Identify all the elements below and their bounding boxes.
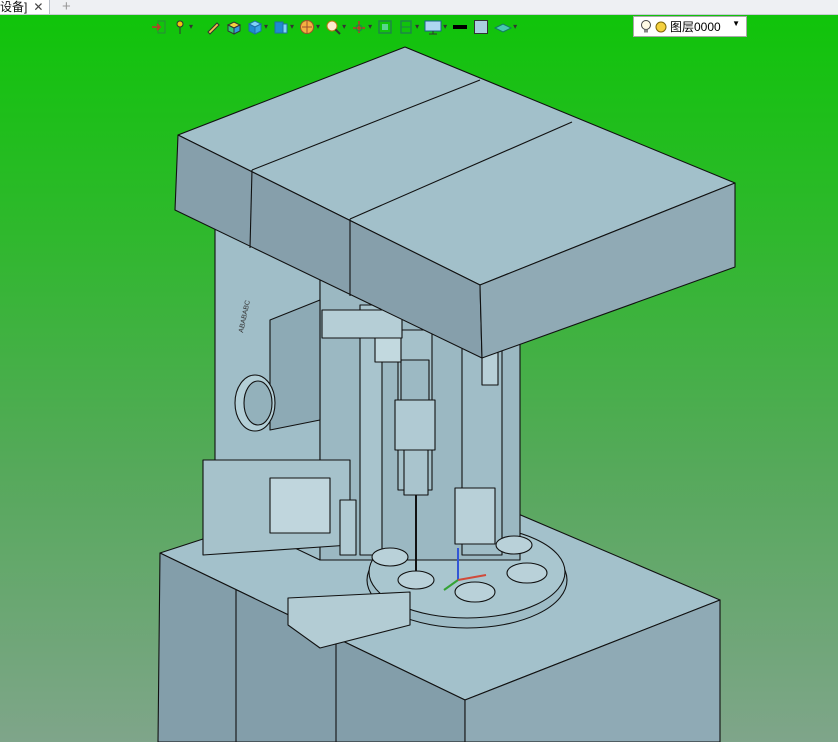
3d-viewport[interactable]: ABABABC [0, 15, 838, 742]
spindle-head [394, 399, 436, 451]
line-color-icon [453, 25, 468, 29]
fill-color-button[interactable] [472, 17, 490, 37]
lightbulb-icon [641, 19, 651, 32]
pin-light-button[interactable]: ▾ [171, 17, 194, 37]
layout-button[interactable]: ▾ [397, 17, 420, 37]
solid-render-icon [226, 21, 242, 35]
fit-frame-icon [378, 20, 392, 34]
pencil-icon [207, 22, 220, 35]
view-toolbar: ▾ ▾ ▾ ▾ ▾ ▾ ▾ ▾ ▾ [150, 16, 518, 38]
orient-button[interactable]: ▾ [350, 17, 373, 37]
chevron-down-icon: ▾ [316, 22, 321, 31]
chevron-down-icon: ▾ [342, 22, 347, 31]
tab-label: 设备] [0, 0, 28, 14]
chevron-down-icon: ▾ [189, 22, 194, 31]
zoom-lens-icon [326, 20, 341, 35]
frame-layout-icon [400, 20, 412, 34]
display-style-button[interactable]: ▾ [298, 17, 321, 37]
tab-device[interactable]: 设备] ✕ [0, 0, 51, 14]
view-cube-button[interactable]: ▾ [246, 17, 269, 37]
machine-3d-model[interactable]: ABABABC [0, 15, 838, 742]
screen-display-button[interactable]: ▾ [423, 17, 448, 37]
layer-plane-icon [494, 23, 513, 33]
chevron-down-icon: ▾ [513, 22, 518, 31]
render-solid-button[interactable] [225, 17, 243, 37]
line-color-button[interactable] [451, 17, 469, 37]
dropdown-arrow-icon[interactable]: ▼ [732, 19, 740, 28]
fit-view-button[interactable] [376, 17, 394, 37]
section-view-button[interactable]: ▾ [272, 17, 295, 37]
exit-sketch-button[interactable] [150, 17, 168, 37]
close-icon[interactable]: ✕ [33, 1, 43, 13]
layer-tool-button[interactable]: ▾ [493, 17, 518, 37]
section-cube-icon [274, 21, 288, 34]
chevron-down-icon: ▾ [264, 22, 269, 31]
exit-arrow-icon [152, 20, 166, 34]
pencil-button[interactable] [204, 17, 222, 37]
layer-select-value: 图层0000 [670, 20, 721, 34]
layer-dot-icon [655, 21, 667, 32]
new-tab-button[interactable]: + [62, 0, 71, 15]
orient-axis-icon [353, 21, 366, 33]
zoom-button[interactable]: ▾ [324, 17, 347, 37]
monitor-icon [424, 20, 442, 35]
chevron-down-icon: ▾ [290, 22, 295, 31]
chevron-down-icon: ▾ [368, 22, 373, 31]
fill-color-icon [474, 20, 489, 34]
chevron-down-icon: ▾ [415, 22, 420, 31]
clamp-unit [454, 487, 496, 545]
layer-select[interactable]: 图层0000 ▼ [633, 16, 747, 37]
chevron-down-icon: ▾ [443, 22, 448, 31]
sphere-shade-icon [300, 20, 315, 34]
light-pin-icon [176, 20, 184, 34]
document-tab-bar: 设备] ✕ + [0, 0, 838, 15]
cube-view-icon [247, 20, 263, 35]
